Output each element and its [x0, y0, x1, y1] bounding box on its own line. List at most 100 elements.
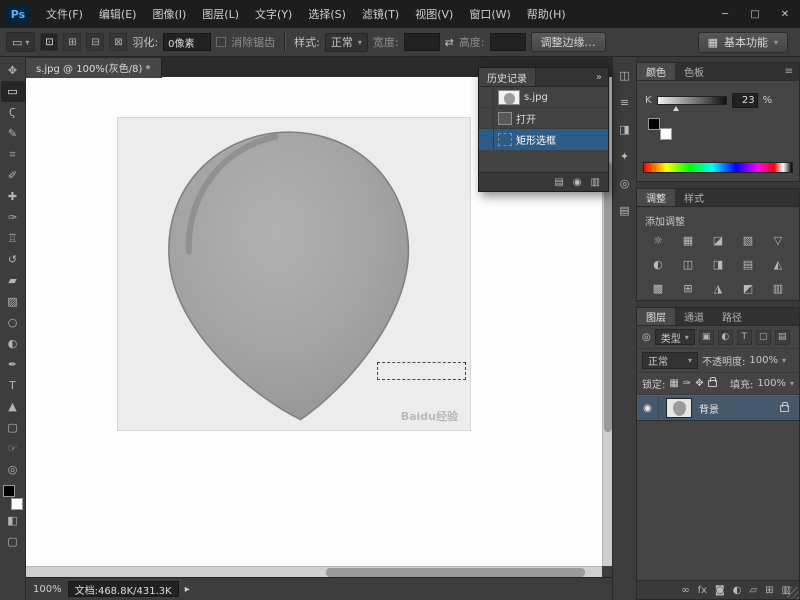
adjustment-brightness-contrast-icon[interactable]: ☼	[643, 232, 673, 249]
clone-stamp-tool[interactable]: ♖	[1, 228, 25, 249]
adjustment-channel-mixer-icon[interactable]: ◭	[763, 256, 793, 273]
fill-value[interactable]: 100%	[757, 378, 786, 389]
collapsed-panel-icon-6[interactable]: ▤	[615, 202, 635, 219]
adjustment-threshold-icon[interactable]: ◩	[733, 280, 763, 297]
eyedropper-tool[interactable]: ✐	[1, 165, 25, 186]
zoom-level[interactable]: 100%	[33, 584, 62, 595]
adjustment-posterize-icon[interactable]: ◮	[703, 280, 733, 297]
close-button[interactable]: ✕	[770, 0, 800, 28]
menu-type[interactable]: 文字(Y)	[247, 0, 300, 28]
k-slider-marker[interactable]	[673, 106, 680, 111]
menu-view[interactable]: 视图(V)	[407, 0, 461, 28]
menu-filter[interactable]: 滤镜(T)	[354, 0, 407, 28]
history-source-column[interactable]	[482, 87, 494, 107]
quick-selection-tool[interactable]: ✎	[1, 123, 25, 144]
adjustment-color-balance-icon[interactable]: ◫	[673, 256, 703, 273]
adjustment-black-white-icon[interactable]: ◨	[703, 256, 733, 273]
style-dropdown[interactable]: 正常 ▾	[324, 32, 368, 52]
quick-mask-button[interactable]: ◧	[1, 510, 25, 531]
adjustment-color-lookup-icon[interactable]: ▩	[643, 280, 673, 297]
document-tab[interactable]: s.jpg @ 100%(灰色/8) *	[26, 57, 162, 78]
background-color-swatch[interactable]	[660, 128, 672, 140]
layer-filter-type-dropdown[interactable]: 类型 ▾	[654, 329, 695, 345]
background-color-swatch[interactable]	[10, 498, 23, 510]
history-state-open[interactable]: 打开	[479, 108, 608, 129]
adjustment-selective-color-icon[interactable]: ▥	[763, 280, 793, 297]
opacity-value[interactable]: 100%	[749, 355, 778, 366]
move-tool[interactable]: ✥	[1, 60, 25, 81]
new-group-icon[interactable]: ▱	[749, 585, 757, 596]
filter-type-layers-icon[interactable]: T	[736, 329, 752, 345]
menu-edit[interactable]: 编辑(E)	[91, 0, 145, 28]
filter-adjustment-layers-icon[interactable]: ◐	[717, 329, 733, 345]
layer-name[interactable]: 背景	[699, 401, 719, 416]
k-value-input[interactable]: 23	[731, 93, 758, 108]
filter-shape-layers-icon[interactable]: ▢	[755, 329, 771, 345]
intersect-selection-button[interactable]: ⊠	[109, 33, 128, 51]
delete-state-icon[interactable]: ▥	[591, 177, 600, 188]
history-state-rect-marquee[interactable]: 矩形选框	[479, 129, 608, 150]
adjustment-exposure-icon[interactable]: ▧	[733, 232, 763, 249]
width-input[interactable]	[403, 33, 440, 51]
vertical-scrollbar-thumb[interactable]	[604, 162, 612, 432]
collapsed-panel-icon-2[interactable]: ≡	[615, 94, 635, 111]
tab-styles[interactable]: 样式	[675, 189, 713, 206]
blur-tool[interactable]: ○	[1, 312, 25, 333]
new-document-from-state-icon[interactable]: ▤	[554, 177, 563, 188]
menu-window[interactable]: 窗口(W)	[461, 0, 518, 28]
menu-file[interactable]: 文件(F)	[38, 0, 91, 28]
swap-dimensions-icon[interactable]: ⇄	[445, 36, 454, 49]
shape-tool[interactable]: ▢	[1, 417, 25, 438]
foreground-color-swatch[interactable]	[648, 118, 660, 130]
lock-all-icon[interactable]	[707, 377, 717, 387]
tab-paths[interactable]: 路径	[713, 308, 751, 325]
adjustment-vibrance-icon[interactable]: ▽	[763, 232, 793, 249]
lasso-tool[interactable]: Ϛ	[1, 102, 25, 123]
lock-pixels-icon[interactable]: ✑	[683, 378, 691, 389]
history-source-column[interactable]	[482, 129, 494, 149]
collapsed-panel-icon-3[interactable]: ◨	[615, 121, 635, 138]
layer-visibility-toggle[interactable]: ◉	[637, 396, 659, 420]
add-selection-button[interactable]: ⊞	[63, 33, 82, 51]
rectangular-marquee-tool[interactable]: ▭	[0, 81, 25, 102]
tab-channels[interactable]: 通道	[675, 308, 713, 325]
refine-edge-button[interactable]: 调整边缘…	[530, 32, 606, 52]
gradient-tool[interactable]: ▨	[1, 291, 25, 312]
foreground-color-swatch[interactable]	[2, 485, 15, 497]
hand-tool[interactable]: ☞	[1, 438, 25, 459]
horizontal-scrollbar-thumb[interactable]	[325, 568, 585, 577]
status-menu-arrow-icon[interactable]: ▸	[185, 584, 190, 595]
maximize-button[interactable]: □	[740, 0, 770, 28]
tab-layers[interactable]: 图层	[637, 308, 675, 325]
collapse-panel-icon[interactable]: »	[590, 72, 608, 83]
adjustment-levels-icon[interactable]: ▦	[673, 232, 703, 249]
eraser-tool[interactable]: ▰	[1, 270, 25, 291]
menu-image[interactable]: 图像(I)	[144, 0, 194, 28]
path-selection-tool[interactable]: ▲	[1, 396, 25, 417]
minimize-button[interactable]: ─	[710, 0, 740, 28]
background-layer-row[interactable]: ◉ 背景	[637, 395, 799, 421]
subtract-selection-button[interactable]: ⊟	[86, 33, 105, 51]
antialias-checkbox[interactable]	[216, 37, 227, 47]
blend-mode-dropdown[interactable]: 正常 ▾	[642, 352, 698, 369]
collapsed-panel-icon-5[interactable]: ◎	[615, 175, 635, 192]
lock-position-icon[interactable]: ✥	[695, 378, 703, 389]
brush-tool[interactable]: ✑	[1, 207, 25, 228]
pen-tool[interactable]: ✒	[1, 354, 25, 375]
healing-brush-tool[interactable]: ✚	[1, 186, 25, 207]
lock-transparency-icon[interactable]: ▦	[669, 378, 678, 389]
type-tool[interactable]: T	[1, 375, 25, 396]
selection-marquee[interactable]	[377, 362, 466, 380]
chevron-down-icon[interactable]: ▾	[782, 356, 786, 365]
crop-tool[interactable]: ⌗	[1, 144, 25, 165]
link-layers-icon[interactable]: ∞	[681, 585, 689, 596]
tab-swatches[interactable]: 色板	[675, 63, 713, 80]
adjustment-hue-saturation-icon[interactable]: ◐	[643, 256, 673, 273]
menu-help[interactable]: 帮助(H)	[519, 0, 574, 28]
chevron-down-icon[interactable]: ▾	[790, 379, 794, 388]
add-layer-mask-icon[interactable]: ◙	[715, 585, 725, 596]
menu-layer[interactable]: 图层(L)	[194, 0, 247, 28]
screen-mode-button[interactable]: ▢	[1, 531, 25, 552]
k-channel-slider[interactable]	[656, 96, 727, 111]
dodge-tool[interactable]: ◐	[1, 333, 25, 354]
